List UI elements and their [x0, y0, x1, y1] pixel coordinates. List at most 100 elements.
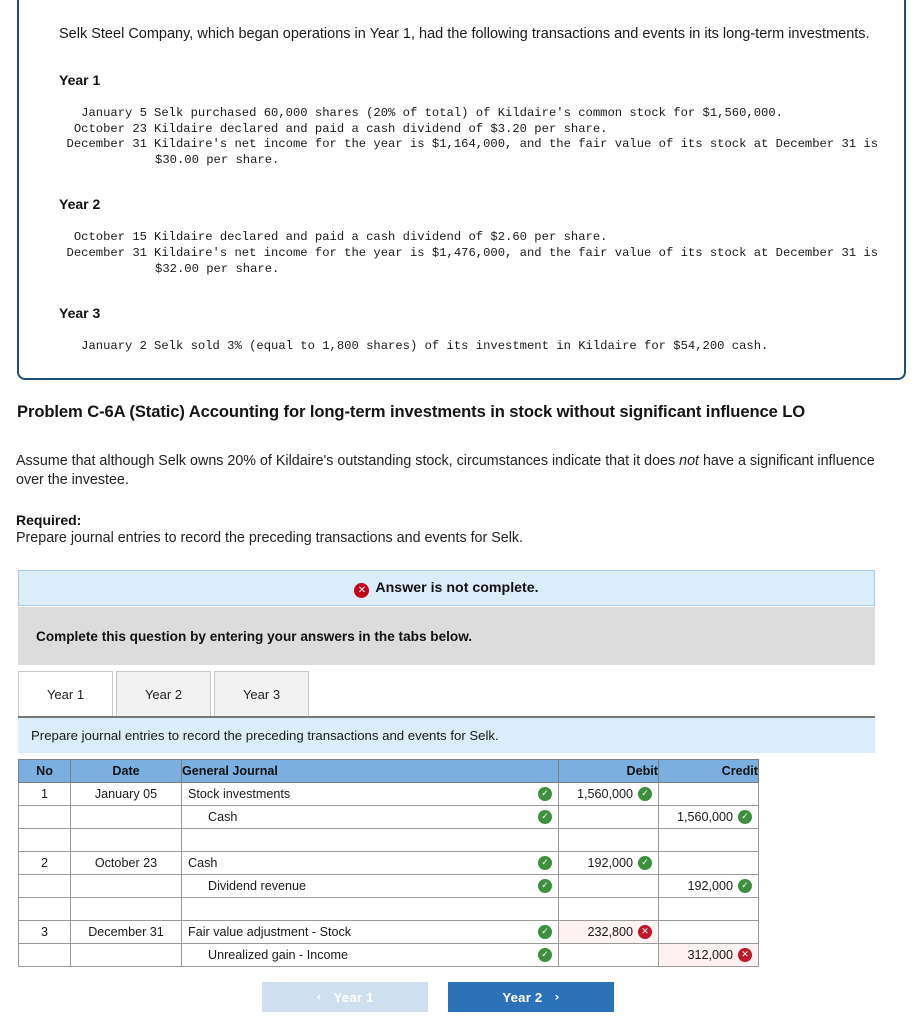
transaction-date: December 31: [66, 137, 147, 152]
prev-year-button[interactable]: ‹ Year 1: [262, 982, 428, 1012]
account-check-icon: ✓: [538, 948, 552, 962]
cell-date: [70, 805, 182, 829]
cell-debit[interactable]: [558, 943, 659, 967]
debit-amount: 232,800: [587, 925, 633, 939]
cell-debit[interactable]: 1,560,000 ✓: [558, 782, 659, 806]
cell-date: [70, 874, 182, 898]
answer-status-text: Answer is not complete.: [375, 580, 539, 596]
cell-entry-number: [18, 805, 71, 829]
transaction-date: January 2: [81, 339, 147, 354]
account-title-text: Dividend revenue: [208, 879, 307, 893]
section-heading: Year 3: [59, 305, 101, 322]
general-journal-table: No Date General Journal Debit Credit 1 Ja…: [18, 759, 759, 967]
transaction-line: December 31 Kildaire's net income for the…: [59, 137, 879, 168]
cell-entry-number: [18, 897, 71, 921]
year-tabs: Year 1 Year 2 Year 3: [18, 671, 312, 716]
column-header-journal: General Journal: [181, 759, 559, 783]
transaction-line: December 31 Kildaire's net income for the…: [59, 245, 879, 277]
table-row: 2 October 23 Cash ✓ 192,000 ✓: [18, 851, 759, 875]
cell-account-title[interactable]: [181, 897, 559, 921]
credit-amount: 1,560,000: [676, 810, 733, 824]
transaction-date: October 23: [73, 121, 147, 136]
transaction-description: Kildaire declared and paid a cash divide…: [154, 121, 608, 136]
account-check-icon: ✓: [538, 925, 552, 939]
transaction-description: Selk sold 3% (equal to 1,800 shares) of …: [154, 339, 769, 354]
cell-debit[interactable]: 232,800 ✕: [558, 920, 659, 944]
cell-entry-number: [18, 943, 71, 967]
column-header-debit: Debit: [558, 759, 659, 783]
transaction-description: Kildaire declared and paid a cash divide…: [154, 230, 608, 245]
transaction-line: October 15 Kildaire declared and paid a c…: [59, 230, 874, 246]
account-title-text: Cash: [188, 856, 218, 870]
cell-date: [70, 943, 182, 967]
cell-account-title[interactable]: Unrealized gain - Income ✓: [181, 943, 559, 967]
credit-check-icon: ✓: [738, 810, 752, 824]
cell-credit[interactable]: [658, 851, 759, 875]
problem-statement-box: Selk Steel Company, which began operatio…: [17, 0, 906, 380]
transaction-date: January 5: [81, 106, 147, 120]
instruction-banner: Complete this question by entering your …: [18, 607, 875, 665]
next-year-button[interactable]: Year 2 ›: [448, 982, 614, 1012]
tab-year-3[interactable]: Year 3: [214, 671, 309, 716]
table-row: [18, 828, 759, 852]
chevron-right-icon: ›: [554, 990, 560, 1004]
answer-status-banner: ✕ Answer is not complete.: [18, 570, 875, 606]
cell-account-title[interactable]: [181, 828, 559, 852]
cell-debit[interactable]: [558, 874, 659, 898]
cell-account-title[interactable]: Cash ✓: [181, 851, 559, 875]
cell-account-title[interactable]: Fair value adjustment - Stock ✓: [181, 920, 559, 944]
table-row: Cash ✓ 1,560,000 ✓: [18, 805, 759, 829]
cell-account-title[interactable]: Cash ✓: [181, 805, 559, 829]
prev-year-label: Year 1: [333, 989, 374, 1005]
cell-debit[interactable]: 192,000 ✓: [558, 851, 659, 875]
cell-credit[interactable]: [658, 782, 759, 806]
section-entries: January 5 Selk purchased 60,000 shares (2…: [59, 106, 879, 168]
cell-entry-number: [18, 828, 71, 852]
debit-check-icon: ✓: [638, 856, 652, 870]
tab-instruction-strip: Prepare journal entries to record the pr…: [18, 716, 875, 753]
cell-date: [70, 897, 182, 921]
tab-year-3-label: Year 3: [242, 686, 281, 702]
page-root: Selk Steel Company, which began operatio…: [0, 0, 921, 1036]
transaction-description-continued: $30.00 per share.: [155, 152, 280, 167]
column-header-credit: Credit: [658, 759, 759, 783]
x-circle-icon: ✕: [354, 582, 370, 598]
cell-entry-number: 1: [18, 782, 71, 806]
debit-cross-icon: ✕: [638, 925, 652, 939]
cell-debit[interactable]: [558, 805, 659, 829]
cell-account-title[interactable]: Stock investments ✓: [181, 782, 559, 806]
section-entries: January 2 Selk sold 3% (equal to 1,800 sh…: [59, 339, 874, 355]
cell-account-title[interactable]: Dividend revenue ✓: [181, 874, 559, 898]
transaction-line: January 5 Selk purchased 60,000 shares (2…: [59, 106, 874, 122]
required-label: Required:: [16, 512, 82, 528]
cell-date: January 05: [70, 782, 182, 806]
transaction-date: October 15: [73, 230, 147, 245]
cell-entry-number: [18, 874, 71, 898]
cell-credit[interactable]: [658, 920, 759, 944]
cell-debit[interactable]: [558, 897, 659, 921]
transaction-line: October 23 Kildaire declared and paid a c…: [59, 122, 874, 138]
cell-credit[interactable]: 312,000 ✕: [658, 943, 759, 967]
account-title-text: Fair value adjustment - Stock: [188, 925, 352, 939]
table-row: 3 December 31 Fair value adjustment - Stoc…: [18, 920, 759, 944]
cell-credit[interactable]: 192,000 ✓: [658, 874, 759, 898]
transaction-date: December 31: [66, 245, 147, 260]
page-title: Problem C-6A (Static) Accounting for lon…: [17, 402, 806, 421]
section-heading: Year 1: [59, 72, 101, 88]
tab-year-1[interactable]: Year 1: [18, 671, 113, 716]
credit-amount: 312,000: [687, 948, 733, 962]
account-title-text: Unrealized gain - Income: [208, 948, 349, 962]
table-body: 1 January 05 Stock investments ✓ 1,560,000 ✓ C…: [18, 782, 759, 967]
table-header-row: No Date General Journal Debit Credit: [18, 759, 759, 783]
cell-debit[interactable]: [558, 828, 659, 852]
credit-check-icon: ✓: [738, 879, 752, 893]
cell-credit[interactable]: 1,560,000 ✓: [658, 805, 759, 829]
cell-credit[interactable]: [658, 828, 759, 852]
account-check-icon: ✓: [538, 787, 552, 801]
debit-amount: 1,560,000: [576, 787, 633, 801]
cell-credit[interactable]: [658, 897, 759, 921]
problem-sections: Year 1 January 5 Selk purchased 60,000 sha…: [59, 72, 879, 355]
account-check-icon: ✓: [538, 810, 552, 824]
column-header-date: Date: [70, 759, 182, 783]
tab-year-2[interactable]: Year 2: [116, 671, 211, 716]
